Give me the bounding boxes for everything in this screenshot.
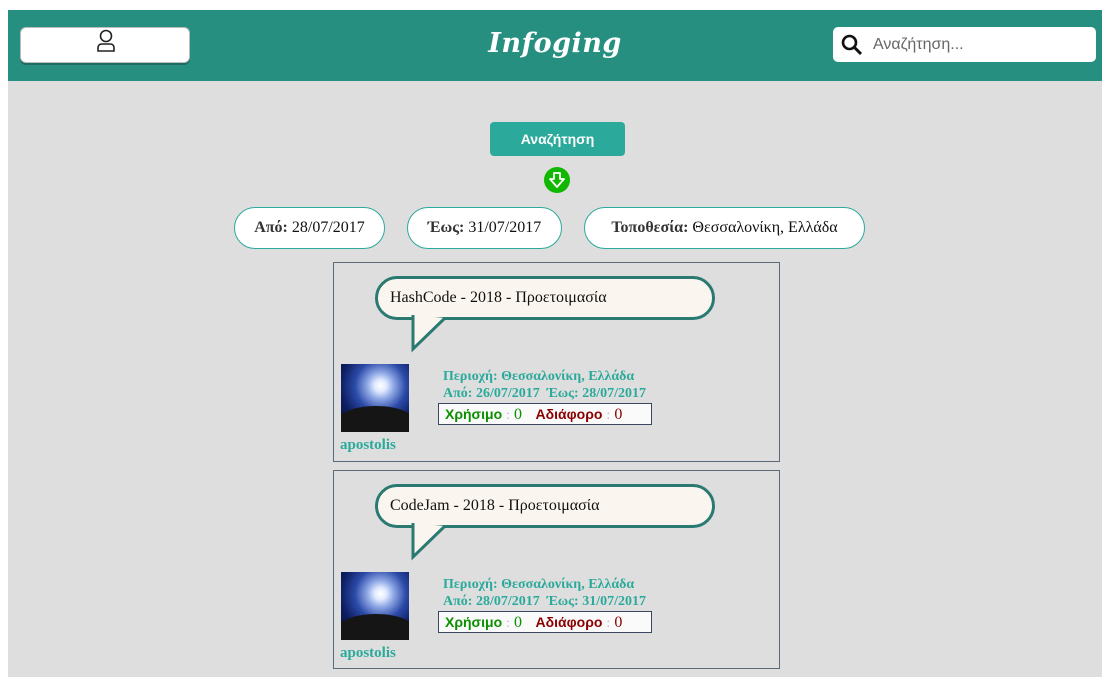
search-box xyxy=(833,27,1096,62)
neutral-label[interactable]: Αδιάφορο xyxy=(536,614,603,630)
useful-label[interactable]: Χρήσιμο xyxy=(445,614,502,630)
filter-to-value: 31/07/2017 xyxy=(468,219,542,236)
filter-from-label: Από: xyxy=(254,219,288,236)
filter-to-label: Έως: xyxy=(427,219,465,236)
votes-box: Χρήσιμο:0 Αδιάφορο:0 xyxy=(438,403,652,425)
neutral-count: 0 xyxy=(614,406,623,423)
post-area: Περιοχή: Θεσσαλονίκη, Ελλάδα xyxy=(443,369,635,384)
post-dates: Από: 26/07/2017 Έως: 28/07/2017 xyxy=(443,386,646,401)
avatar[interactable] xyxy=(341,572,409,640)
post-card[interactable]: CodeJam - 2018 - Προετοιμασία apostolis … xyxy=(333,470,780,669)
post-card[interactable]: HashCode - 2018 - Προετοιμασία apostolis… xyxy=(333,262,780,462)
post-area: Περιοχή: Θεσσαλονίκη, Ελλάδα xyxy=(443,577,635,592)
search-icon xyxy=(841,34,863,56)
filter-to-pill[interactable]: Έως: 31/07/2017 xyxy=(407,207,562,249)
useful-label[interactable]: Χρήσιμο xyxy=(445,406,502,422)
search-button[interactable]: Αναζήτηση xyxy=(490,122,625,156)
filter-location-pill[interactable]: Τοποθεσία: Θεσσαλονίκη, Ελλάδα xyxy=(584,207,865,249)
votes-box: Χρήσιμο:0 Αδιάφορο:0 xyxy=(438,611,652,633)
filter-location-value: Θεσσαλονίκη, Ελλάδα xyxy=(692,219,838,236)
filter-from-pill[interactable]: Από: 28/07/2017 xyxy=(234,207,385,249)
neutral-label[interactable]: Αδιάφορο xyxy=(536,406,603,422)
author-name[interactable]: apostolis xyxy=(340,437,396,454)
header-bar: Infoging xyxy=(8,10,1102,81)
speech-bubble-tail xyxy=(411,523,447,561)
avatar[interactable] xyxy=(341,364,409,432)
search-input[interactable] xyxy=(871,32,1090,58)
speech-bubble-tail xyxy=(411,315,447,353)
post-title[interactable]: HashCode - 2018 - Προετοιμασία xyxy=(375,276,715,320)
filter-from-value: 28/07/2017 xyxy=(291,219,365,236)
arrow-down-circle-icon[interactable] xyxy=(544,167,570,193)
author-name[interactable]: apostolis xyxy=(340,645,396,662)
app-root: Infoging Αναζήτηση Από: 28/07/2017 Έως: … xyxy=(8,10,1102,677)
filter-location-label: Τοποθεσία: xyxy=(611,219,689,236)
neutral-count: 0 xyxy=(614,614,623,631)
post-title[interactable]: CodeJam - 2018 - Προετοιμασία xyxy=(375,484,715,528)
useful-count: 0 xyxy=(514,614,523,631)
useful-count: 0 xyxy=(514,406,523,423)
post-dates: Από: 28/07/2017 Έως: 31/07/2017 xyxy=(443,594,646,609)
